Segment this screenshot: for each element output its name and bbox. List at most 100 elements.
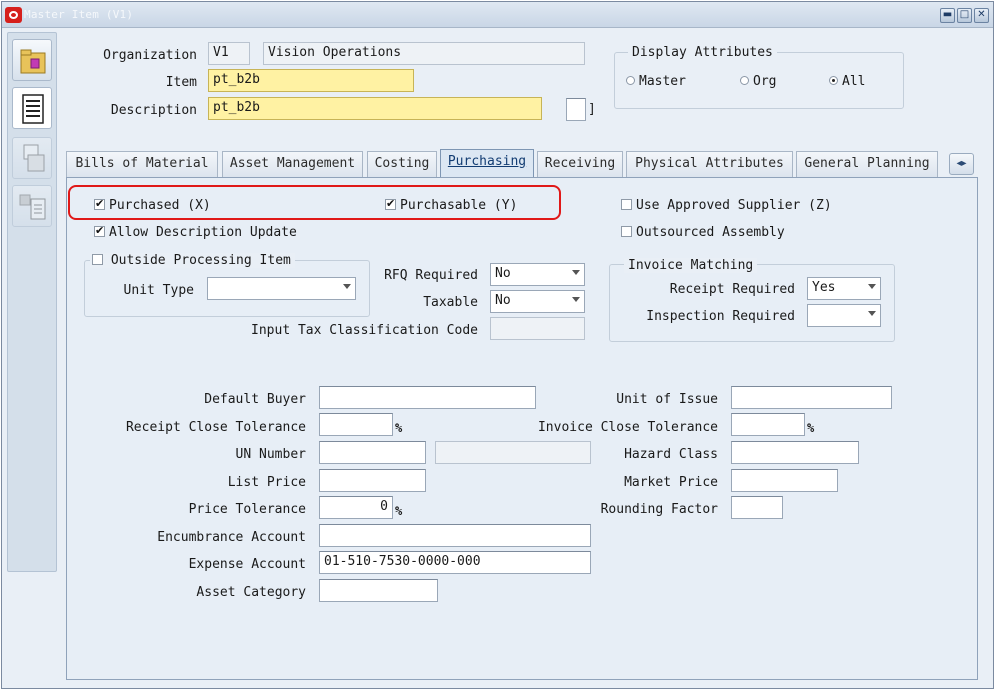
input-tax-classification-label: Input Tax Classification Code xyxy=(251,323,478,338)
price-tolerance-field[interactable]: 0 xyxy=(319,496,393,519)
master-radio-label: Master xyxy=(639,74,686,89)
display-attributes-title: Display Attributes xyxy=(628,45,777,60)
oracle-logo-icon xyxy=(5,7,22,23)
item-label: Item xyxy=(165,75,197,90)
outsourced-assembly-checkbox[interactable] xyxy=(621,226,632,237)
window-title: Master Item (V1) xyxy=(24,8,134,21)
allow-description-update-checkbox[interactable] xyxy=(94,224,105,237)
organization-name-field[interactable]: Vision Operations xyxy=(263,42,585,65)
title-bar[interactable]: Master Item (V1) ▬ □ ✕ xyxy=(2,2,993,28)
inspection-required-label: Inspection Required xyxy=(646,309,795,324)
description-field[interactable]: pt_b2b xyxy=(208,97,542,120)
organization-code-field[interactable]: V1 xyxy=(208,42,250,65)
minimize-button[interactable]: ▬ xyxy=(940,8,955,23)
tab-general-planning[interactable]: General Planning xyxy=(796,151,938,177)
default-buyer-label: Default Buyer xyxy=(204,392,306,407)
tab-purchasing[interactable]: Purchasing xyxy=(440,149,534,177)
highlight-annotation xyxy=(68,185,561,220)
unit-type-select[interactable] xyxy=(207,277,356,300)
tab-asset-management[interactable]: Asset Management xyxy=(222,151,363,177)
asset-category-label: Asset Category xyxy=(196,585,306,600)
navigator-button[interactable] xyxy=(12,39,52,81)
un-number-field[interactable] xyxy=(319,441,426,464)
allow-description-update-label: Allow Description Update xyxy=(109,225,297,240)
navigator-icon xyxy=(20,49,46,74)
description-label: Description xyxy=(110,103,197,118)
outside-processing-checkbox[interactable] xyxy=(92,254,103,265)
invoice-matching-title: Invoice Matching xyxy=(624,258,758,273)
descriptive-flexfield[interactable] xyxy=(566,98,586,121)
encumbrance-account-label: Encumbrance Account xyxy=(157,530,306,545)
taxable-label: Taxable xyxy=(423,295,478,310)
hazard-class-label: Hazard Class xyxy=(624,447,718,462)
outside-processing-title: Outside Processing Item xyxy=(90,253,295,268)
use-approved-supplier-label: Use Approved Supplier (Z) xyxy=(636,198,832,213)
invoice-matching-group xyxy=(609,264,895,342)
calendar-icon xyxy=(23,144,45,172)
tab-bills-of-material[interactable]: Bills of Material xyxy=(66,151,218,177)
outside-processing-label: Outside Processing Item xyxy=(110,253,291,268)
taxable-select[interactable]: No xyxy=(490,290,585,313)
invoice-close-tolerance-field[interactable] xyxy=(731,413,805,436)
list-button[interactable] xyxy=(12,185,52,227)
document-button[interactable] xyxy=(12,87,52,129)
unit-of-issue-field[interactable] xyxy=(731,386,892,409)
list-price-field[interactable] xyxy=(319,469,426,492)
market-price-field[interactable] xyxy=(731,469,838,492)
rfq-required-select[interactable]: No xyxy=(490,263,585,286)
price-tolerance-percent: % xyxy=(395,504,403,518)
receipt-required-select[interactable]: Yes xyxy=(807,277,881,300)
hazard-class-field[interactable] xyxy=(731,441,859,464)
taxable-value: No xyxy=(495,293,511,308)
input-tax-classification-field[interactable] xyxy=(490,317,585,340)
tab-costing[interactable]: Costing xyxy=(367,151,437,177)
close-button[interactable]: ✕ xyxy=(974,8,989,23)
org-radio-label: Org xyxy=(753,74,777,89)
unit-of-issue-label: Unit of Issue xyxy=(616,392,718,407)
receipt-close-tolerance-field[interactable] xyxy=(319,413,393,436)
use-approved-supplier-checkbox[interactable] xyxy=(621,199,632,210)
organization-label: Organization xyxy=(103,48,197,63)
maximize-button[interactable]: □ xyxy=(957,8,972,23)
outsourced-assembly-label: Outsourced Assembly xyxy=(636,225,785,240)
all-radio-label: All xyxy=(842,74,866,89)
chevron-down-icon xyxy=(868,284,876,289)
left-toolbar xyxy=(7,32,57,572)
document-icon xyxy=(22,94,44,124)
master-radio[interactable] xyxy=(626,76,635,85)
flexfield-bracket: ] xyxy=(588,102,596,117)
master-item-window: Master Item (V1) ▬ □ ✕ Organization V1 V… xyxy=(1,1,994,689)
price-tolerance-label: Price Tolerance xyxy=(188,502,306,517)
rfq-required-value: No xyxy=(495,266,511,281)
un-number-label: UN Number xyxy=(235,447,306,462)
receipt-required-value: Yes xyxy=(812,280,836,295)
chevron-down-icon xyxy=(343,284,351,289)
expense-account-label: Expense Account xyxy=(188,557,306,572)
chevron-down-icon xyxy=(572,270,580,275)
receipt-required-label: Receipt Required xyxy=(669,282,795,297)
tab-receiving[interactable]: Receiving xyxy=(537,151,623,177)
item-field[interactable]: pt_b2b xyxy=(208,69,414,92)
invoice-close-tolerance-percent: % xyxy=(807,421,815,435)
tab-physical-attributes[interactable]: Physical Attributes xyxy=(626,151,793,177)
invoice-close-tolerance-label: Invoice Close Tolerance xyxy=(537,420,718,435)
unit-type-label: Unit Type xyxy=(123,283,194,298)
receipt-close-tolerance-label: Receipt Close Tolerance xyxy=(125,420,306,435)
market-price-label: Market Price xyxy=(624,475,718,490)
receipt-close-tolerance-percent: % xyxy=(395,421,403,435)
list-icon xyxy=(19,194,46,220)
expense-account-field[interactable]: 01-510-7530-0000-000 xyxy=(319,551,591,574)
asset-category-field[interactable] xyxy=(319,579,438,602)
all-radio[interactable] xyxy=(829,76,838,85)
list-price-label: List Price xyxy=(227,475,306,490)
chevron-down-icon xyxy=(572,297,580,302)
chevron-down-icon xyxy=(868,311,876,316)
inspection-required-select[interactable] xyxy=(807,304,881,327)
encumbrance-account-field[interactable] xyxy=(319,524,591,547)
rounding-factor-field[interactable] xyxy=(731,496,783,519)
rfq-required-label: RFQ Required xyxy=(384,268,478,283)
calendar-button[interactable] xyxy=(12,137,52,179)
rounding-factor-label: Rounding Factor xyxy=(600,502,718,517)
org-radio[interactable] xyxy=(740,76,749,85)
tab-scroll-button[interactable]: ◂▸ xyxy=(949,153,974,175)
